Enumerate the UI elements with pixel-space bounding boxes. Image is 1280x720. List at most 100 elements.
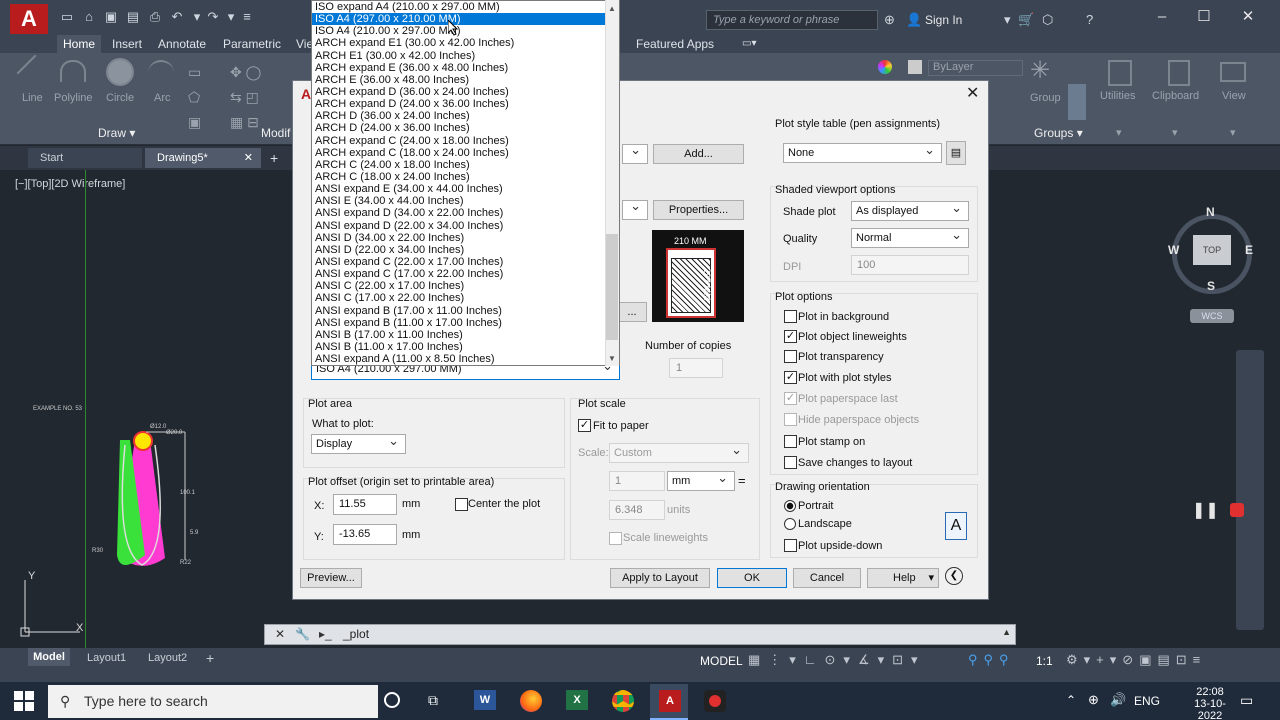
tab-layout2[interactable]: Layout2 [148,650,187,666]
scroll-up-icon[interactable]: ▲ [608,4,616,13]
offset-y-input[interactable]: -13.65 [333,524,397,545]
paper-size-option[interactable]: ARCH expand E (36.00 x 48.00 Inches) [312,62,619,74]
save-as-icon[interactable]: ▤ [124,9,142,25]
modify-tool-icons[interactable]: ✥ ◯ ⇆ ◰ ▦ ⊟ [230,60,261,135]
language-indicator[interactable]: ENG [1134,694,1160,708]
tab-layout1[interactable]: Layout1 [87,650,126,666]
ellipsis-button[interactable]: ... [617,302,647,322]
tab-annotate[interactable]: Annotate [152,35,212,53]
paper-size-option[interactable]: ANSI expand C (17.00 x 22.00 Inches) [312,268,619,280]
plot-option-checkbox[interactable] [784,350,797,363]
ribbon-toggle-icon[interactable]: ▭▾ [736,35,762,53]
tab-featured-apps[interactable]: Featured Apps [630,35,720,53]
autocad-logo-button[interactable]: A [10,4,48,34]
taskbar-search-input[interactable]: Type here to search [48,685,378,718]
new-tab-icon[interactable]: + [270,150,278,166]
paper-size-option[interactable]: ANSI expand C (22.00 x 17.00 Inches) [312,256,619,268]
paper-size-option[interactable]: ANSI expand D (34.00 x 22.00 Inches) [312,207,619,219]
plot-option-checkbox[interactable] [784,456,797,469]
close-tab-icon[interactable]: ✕ [244,148,253,168]
paper-size-option[interactable]: ANSI D (22.00 x 34.00 Inches) [312,244,619,256]
utilities-tool-label[interactable]: Utilities [1100,90,1135,102]
color-wheel-icon[interactable] [878,60,892,74]
clipboard-tool-label[interactable]: Clipboard [1152,90,1199,102]
paper-size-option[interactable]: ISO expand A4 (210.00 x 297.00 MM) [312,1,619,13]
cmd-customize-icon[interactable]: 🔧 [295,627,310,641]
paper-size-option[interactable]: ISO A4 (297.00 x 210.00 MM) [312,13,619,26]
plot-style-table-select[interactable]: None [783,141,942,163]
cancel-button[interactable]: Cancel [793,568,861,588]
plotter-select[interactable] [622,198,648,220]
layer-color-select[interactable]: ByLayer [928,60,1023,76]
stop-recording-icon[interactable] [1230,503,1244,517]
autodesk-app-icon[interactable]: ⬡ [1042,12,1053,28]
network-icon[interactable]: ⊕ [1088,692,1099,708]
word-icon[interactable]: W [474,690,496,710]
clock[interactable]: 22:08 13-10-2022 [1182,686,1238,720]
windows-start-icon[interactable] [14,691,34,711]
paper-size-option[interactable]: ARCH C (24.00 x 18.00 Inches) [312,159,619,171]
clipboard-icon[interactable] [1168,60,1190,86]
paper-size-option[interactable]: ARCH D (24.00 x 36.00 Inches) [312,122,619,134]
color-swatch-icon[interactable] [908,60,922,74]
tab-insert[interactable]: Insert [106,35,148,53]
open-file-icon[interactable]: ⌂ [80,9,98,25]
show-hidden-icons[interactable]: ⌃ [1066,693,1076,707]
plot-option-checkbox[interactable]: ✓ [784,330,797,343]
utilities-dropdown-icon[interactable]: ▾ [1116,126,1122,139]
ok-button[interactable]: OK [717,568,787,588]
plot-option-checkbox[interactable] [784,413,797,426]
panel-modify-label[interactable]: Modif [261,126,290,140]
paper-size-option[interactable]: ARCH D (36.00 x 24.00 Inches) [312,110,619,122]
paper-size-option[interactable]: ANSI expand D (22.00 x 34.00 Inches) [312,220,619,232]
offset-x-input[interactable]: 11.55 [333,494,397,515]
sign-in-link[interactable]: Sign In [925,13,962,27]
panel-groups-label[interactable]: Groups ▾ [1034,126,1083,140]
arc-tool-label[interactable]: Arc [154,92,171,104]
scale-numerator-input[interactable]: 1 [609,471,665,491]
paper-size-option[interactable]: ARCH C (18.00 x 24.00 Inches) [312,171,619,183]
maximize-button[interactable]: ☐ [1182,6,1226,28]
firefox-icon[interactable] [520,690,542,712]
close-window-button[interactable]: ✕ [1226,6,1270,28]
paper-size-option[interactable]: ARCH expand C (18.00 x 24.00 Inches) [312,147,619,159]
save-icon[interactable]: ▣ [102,9,120,25]
wcs-menu[interactable]: WCS [1190,309,1234,323]
arc-icon[interactable] [148,60,174,86]
new-file-icon[interactable]: ▭ [58,9,76,25]
annotation-tool-icons[interactable]: ⚲⚲⚲ [968,652,1015,668]
redo-icon[interactable]: ↷ [204,9,222,25]
model-space-toggle[interactable]: MODEL [700,654,743,668]
paper-size-option[interactable]: ANSI E (34.00 x 44.00 Inches) [312,195,619,207]
undo-icon[interactable]: ↶ [168,9,186,25]
paper-size-option[interactable]: ISO A4 (210.00 x 297.00 MM) [312,25,619,37]
circle-icon[interactable] [106,58,134,86]
tab-drawing5[interactable]: Drawing5* ✕ [145,148,261,168]
status-right-icons[interactable]: ⚙▾+▾⊘▣▤⊡≡ [1066,652,1206,668]
paper-size-option[interactable]: ARCH expand D (24.00 x 36.00 Inches) [312,98,619,110]
clipboard-dropdown-icon[interactable]: ▾ [1172,126,1178,139]
portrait-radio[interactable] [784,500,796,512]
sign-in-dropdown-icon[interactable]: ▾ [1004,12,1011,28]
polyline-tool-label[interactable]: Polyline [54,92,93,104]
paper-size-option[interactable]: ANSI C (17.00 x 22.00 Inches) [312,292,619,304]
autocad-taskbar-icon[interactable]: A [659,690,681,712]
plot-option-checkbox[interactable]: ✓ [784,392,797,405]
paper-size-option[interactable]: ANSI expand A (11.00 x 8.50 Inches) [312,353,619,365]
cmd-close-icon[interactable]: ✕ [275,627,285,641]
what-to-plot-select[interactable]: Display [311,432,406,454]
line-tool-label[interactable]: Line [22,92,43,104]
view-tool-label[interactable]: View [1222,90,1246,102]
plot-upside-down-checkbox[interactable] [784,539,797,552]
paper-size-option[interactable]: ARCH E1 (30.00 x 42.00 Inches) [312,50,619,62]
volume-icon[interactable]: 🔊 [1110,692,1126,708]
cortana-icon[interactable] [384,692,400,708]
quality-select[interactable]: Normal [851,226,969,248]
chrome-icon[interactable] [612,690,634,712]
notifications-icon[interactable]: ▭ [1240,692,1253,709]
shade-plot-select[interactable]: As displayed [851,199,969,221]
cart-icon[interactable]: 🛒 [1018,12,1034,28]
collapse-options-icon[interactable]: ❮ [945,567,963,585]
panel-draw-label[interactable]: Draw ▾ [98,126,135,140]
group-extra-icon[interactable] [1068,84,1086,120]
